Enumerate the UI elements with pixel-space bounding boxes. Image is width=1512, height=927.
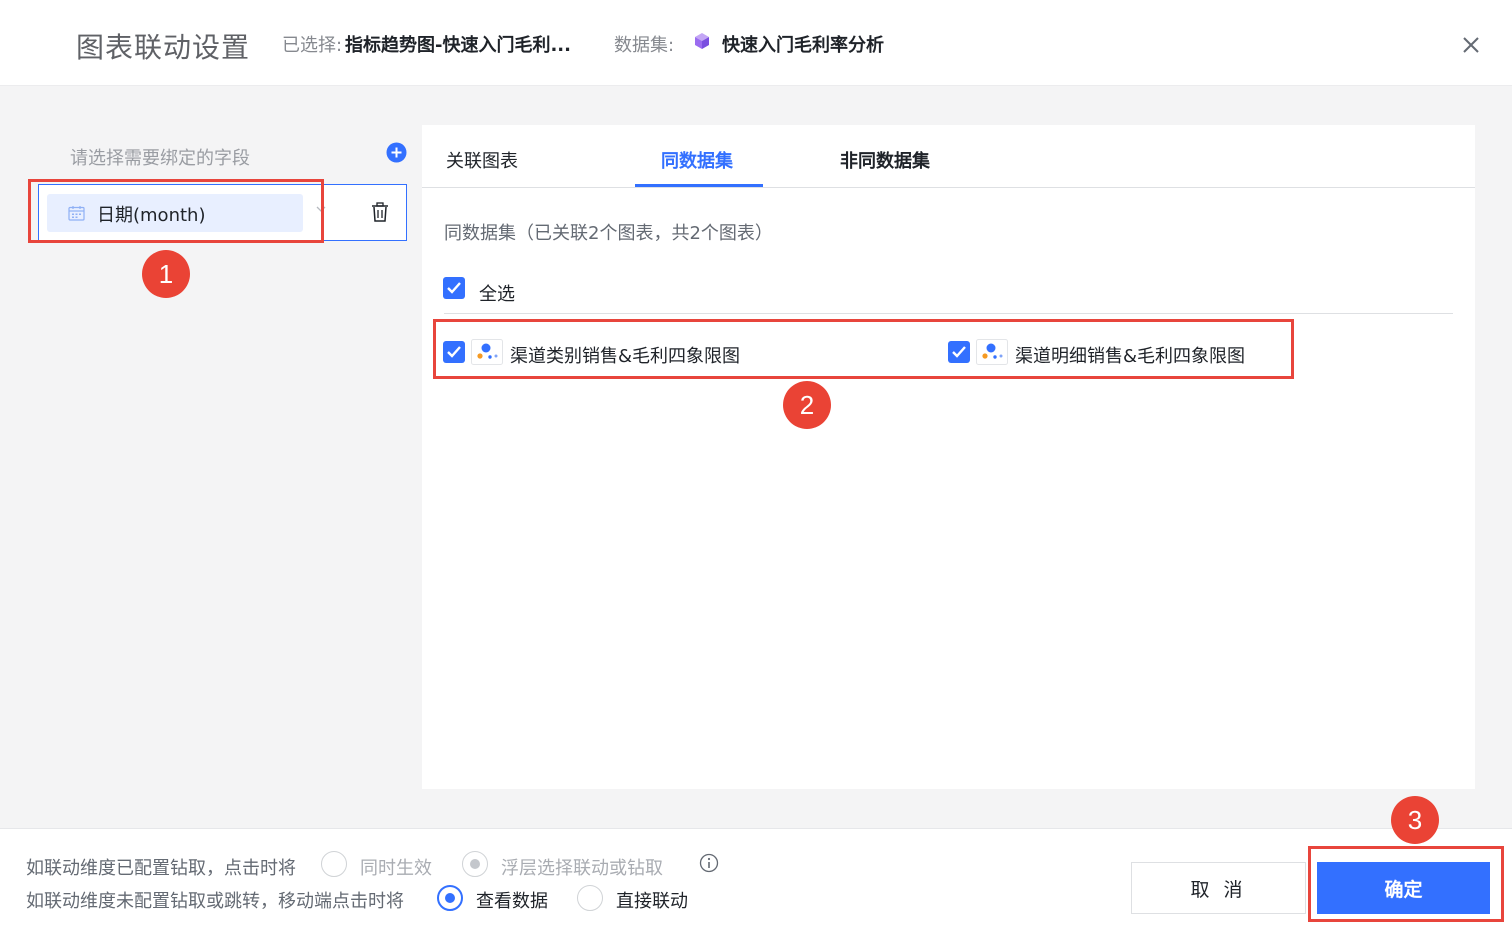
dialog-title: 图表联动设置	[76, 31, 251, 64]
annotation-badge-2: 2	[783, 381, 831, 429]
chart-name: 渠道明细销售&毛利四象限图	[1015, 346, 1246, 367]
chevron-down-icon[interactable]	[315, 203, 327, 215]
radio-popup-choose-label: 浮层选择联动或钻取	[501, 858, 663, 879]
select-all-checkbox[interactable]	[443, 277, 465, 299]
drill-setting-label: 如联动维度已配置钻取，点击时将	[26, 858, 296, 879]
dataset-name: 快速入门毛利率分析	[722, 35, 884, 56]
dialog-footer: 如联动维度已配置钻取，点击时将 同时生效 浮层选择联动或钻取 如联动维度未配置钻…	[0, 828, 1512, 927]
delete-icon[interactable]	[371, 202, 389, 222]
info-icon[interactable]	[699, 853, 719, 873]
checkmark-icon	[447, 282, 461, 294]
annotation-badge-1: 1	[142, 250, 190, 298]
add-field-icon[interactable]	[386, 142, 407, 163]
dialog-header: 图表联动设置 已选择: 指标趋势图-快速入门毛利... 数据集: 快速入门毛利率…	[0, 0, 1512, 86]
dataset-cube-icon	[695, 33, 709, 49]
radio-direct-link-label: 直接联动	[616, 891, 688, 912]
chart-checkbox[interactable]	[948, 341, 970, 363]
confirm-button[interactable]: 确定	[1317, 862, 1490, 914]
tab-same-dataset[interactable]: 同数据集	[661, 147, 733, 173]
chart-name: 渠道类别销售&毛利四象限图	[510, 346, 741, 367]
chart-checkbox[interactable]	[443, 341, 465, 363]
radio-view-data-label: 查看数据	[476, 891, 548, 912]
divider	[444, 313, 1453, 314]
selected-chart-name: 指标趋势图-快速入门毛利...	[345, 35, 571, 56]
field-select-hint: 请选择需要绑定的字段	[70, 148, 250, 169]
tab-linked-charts[interactable]: 关联图表	[446, 147, 518, 173]
selected-label: 已选择:	[282, 35, 343, 56]
mobile-setting-label: 如联动维度未配置钻取或跳转，移动端点击时将	[26, 891, 404, 912]
linked-charts-panel: 关联图表 同数据集 非同数据集 同数据集（已关联2个图表，共2个图表） 全选 渠…	[422, 125, 1475, 789]
quadrant-chart-icon	[471, 339, 503, 365]
cancel-button[interactable]: 取 消	[1131, 862, 1306, 914]
select-all-label: 全选	[479, 284, 515, 305]
dataset-label: 数据集:	[614, 35, 675, 56]
section-description: 同数据集（已关联2个图表，共2个图表）	[444, 223, 773, 244]
radio-simultaneous[interactable]	[321, 851, 347, 877]
active-tab-indicator	[635, 184, 763, 187]
quadrant-chart-icon	[976, 339, 1008, 365]
checkmark-icon	[447, 346, 461, 358]
field-name: 日期(month)	[97, 205, 206, 226]
tab-other-dataset[interactable]: 非同数据集	[840, 147, 930, 173]
bound-field-row: 日期(month)	[38, 184, 407, 241]
field-select[interactable]: 日期(month)	[47, 194, 303, 232]
radio-direct-link[interactable]	[577, 885, 603, 911]
tab-bar: 关联图表 同数据集 非同数据集	[422, 125, 1475, 188]
close-icon[interactable]	[1460, 34, 1482, 56]
annotation-badge-3: 3	[1391, 796, 1439, 844]
radio-view-data[interactable]	[437, 885, 463, 911]
radio-popup-choose[interactable]	[462, 851, 488, 877]
checkmark-icon	[952, 346, 966, 358]
radio-simultaneous-label: 同时生效	[360, 858, 432, 879]
calendar-icon	[68, 206, 85, 221]
